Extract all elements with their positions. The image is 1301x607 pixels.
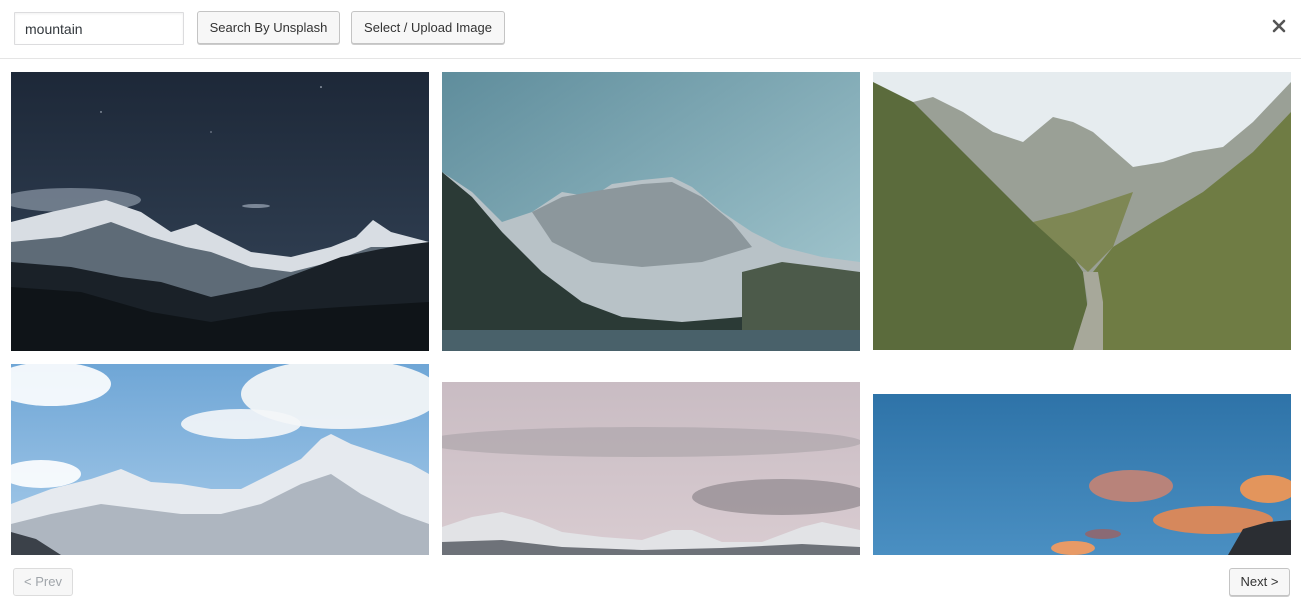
photo-blue-sky-orange-clouds[interactable]	[873, 394, 1291, 555]
prev-page-button[interactable]: < Prev	[13, 568, 73, 596]
image-gallery	[0, 60, 1301, 555]
search-input[interactable]	[14, 12, 184, 45]
photo-snowy-peaks-blue-sky[interactable]	[11, 364, 429, 555]
toolbar: Search By Unsplash Select / Upload Image	[0, 0, 1301, 59]
photo-night-snowy-peaks[interactable]	[11, 72, 429, 351]
photo-lake-mountain[interactable]	[442, 72, 860, 351]
pagination: < Prev Next >	[0, 555, 1301, 607]
next-page-button[interactable]: Next >	[1229, 568, 1290, 596]
search-unsplash-button[interactable]: Search By Unsplash	[197, 11, 340, 44]
select-upload-image-button[interactable]: Select / Upload Image	[351, 11, 505, 44]
close-icon[interactable]	[1270, 17, 1288, 35]
photo-green-valley[interactable]	[873, 72, 1291, 350]
photo-pink-cloudy-peaks[interactable]	[442, 382, 860, 555]
